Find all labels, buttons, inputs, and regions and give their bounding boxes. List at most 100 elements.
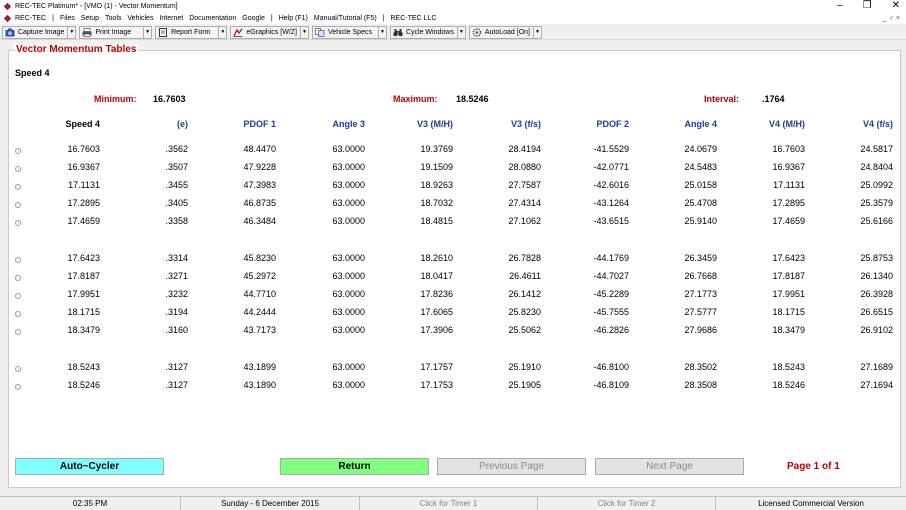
row-select-radio[interactable] [15, 366, 21, 372]
menu-manual[interactable]: Manual/Tutorial (F5) [314, 15, 377, 22]
column-header: V4 (f/s) [862, 119, 893, 129]
capture-image-button[interactable]: Capture Image [2, 25, 69, 39]
chevron-down-icon[interactable]: ▼ [533, 25, 542, 39]
table-cell: 46.8735 [243, 198, 276, 209]
print-image-button[interactable]: Print Image [79, 25, 145, 39]
table-cell: 18.7032 [420, 198, 453, 209]
table-cell: 25.5062 [508, 325, 541, 336]
table-cell: -44.7027 [593, 271, 629, 282]
chevron-down-icon[interactable]: ▼ [300, 25, 309, 39]
timer-2-button[interactable]: Click for Timer 2 [538, 497, 716, 510]
table-cell: 46.3484 [243, 216, 276, 227]
row-select-radio[interactable] [15, 148, 21, 154]
autoload-button[interactable]: AutoLoad [On] [468, 25, 534, 39]
table-cell: 25.0992 [860, 180, 893, 191]
mdi-window-controls[interactable]: _ ♂ × [883, 15, 900, 22]
gear-icon [472, 27, 482, 37]
table-cell: 63.0000 [332, 253, 365, 263]
table-cell: 26.6515 [860, 307, 893, 318]
return-button[interactable]: Return [280, 458, 429, 475]
chevron-down-icon[interactable]: ▼ [219, 25, 228, 39]
minimum-value: 16.7603 [153, 94, 186, 104]
status-date: Sunday - 6 December 2015 [181, 497, 360, 510]
menu-documentation[interactable]: Documentation [189, 15, 236, 22]
table-cell: .3455 [165, 180, 188, 191]
app-icon [3, 2, 12, 10]
chevron-down-icon[interactable]: ▼ [144, 25, 153, 39]
table-cell: 18.5243 [772, 362, 805, 372]
close-button[interactable]: ✕ [892, 0, 900, 12]
app-menu-icon[interactable] [3, 14, 12, 23]
menu-setup[interactable]: Setup [81, 15, 99, 22]
table-cell: -42.0771 [593, 162, 629, 173]
chevron-down-icon[interactable]: ▼ [457, 25, 466, 39]
specs-icon [315, 27, 325, 37]
column-header: V3 (f/s) [510, 119, 541, 129]
table-cell: 18.5243 [67, 362, 100, 372]
table-cell: 25.3579 [860, 198, 893, 209]
restore-button[interactable]: ❐ [863, 0, 872, 12]
maximum-value: 18.5246 [456, 94, 489, 104]
table-cell: -45.2289 [593, 289, 629, 300]
table-cell: 44.2444 [243, 307, 276, 318]
table-cell: -46.8100 [593, 362, 629, 372]
row-select-radio[interactable] [15, 257, 21, 263]
report-form-button[interactable]: Report Form [155, 25, 220, 39]
table-cell: 25.6166 [860, 216, 893, 227]
cycle-windows-button[interactable]: Cycle Windows [389, 25, 458, 39]
table-cell: 17.2895 [772, 198, 805, 209]
timer-1-button[interactable]: Click for Timer 1 [360, 497, 538, 510]
table-cell: 17.6423 [67, 253, 100, 263]
autocycler-button[interactable]: Auto~Cycler [15, 458, 164, 475]
table-cell: 45.2972 [243, 271, 276, 282]
minimize-button[interactable]: – [837, 0, 843, 12]
column-header: PDOF 2 [596, 119, 629, 129]
chevron-down-icon[interactable]: ▼ [68, 25, 77, 39]
table-cell: 27.4314 [508, 198, 541, 209]
table-cell: 24.5483 [684, 162, 717, 173]
table-cell: 17.9951 [67, 289, 100, 300]
table-cell: 26.3459 [684, 253, 717, 263]
toolbar: Capture Image ▼ Print Image ▼ Report For… [0, 25, 906, 40]
table-cell: .3160 [165, 325, 188, 336]
table-cell: 27.1694 [860, 380, 893, 391]
table-cell: 45.8230 [243, 253, 276, 263]
table-cell: 25.8230 [508, 307, 541, 318]
table-cell: 63.0000 [332, 216, 365, 227]
menu-internet[interactable]: Internet [159, 15, 183, 22]
menu-google[interactable]: Google [242, 15, 265, 22]
table-cell: 25.8753 [860, 253, 893, 263]
table-cell: 17.1753 [420, 380, 453, 391]
table-cell: 43.1899 [243, 362, 276, 372]
table-cell: 44.7710 [243, 289, 276, 300]
menu-tools[interactable]: Tools [105, 15, 121, 22]
table-cell: .3127 [165, 380, 188, 391]
table-cell: .3194 [165, 307, 188, 318]
table-cell: 26.1412 [508, 289, 541, 300]
chevron-down-icon[interactable]: ▼ [378, 25, 387, 39]
table-cell: 18.4815 [420, 216, 453, 227]
report-icon [159, 27, 168, 37]
vehicle-specs-button[interactable]: Vehicle Specs [311, 25, 379, 39]
table-cell: 18.0417 [420, 271, 453, 282]
previous-page-button[interactable]: Previous Page [437, 458, 586, 475]
menu-separator: | [270, 14, 273, 22]
table-cell: 25.1910 [508, 362, 541, 372]
table-cell: 27.1773 [684, 289, 717, 300]
table-cell: 63.0000 [332, 289, 365, 300]
title-bar: REC-TEC Platinum* - [VMO (1) - Vector Mo… [0, 0, 906, 12]
egraphics-button[interactable]: eGraphics [W/Z] [230, 25, 301, 39]
menu-help[interactable]: Help (F1) [279, 15, 308, 22]
column-header: V3 (M/H) [417, 119, 453, 129]
menu-rectec-llc[interactable]: REC-TEC LLC [390, 15, 436, 22]
next-page-button[interactable]: Next Page [595, 458, 744, 475]
table-cell: 26.9102 [860, 325, 893, 336]
menu-files[interactable]: Files [60, 15, 75, 22]
menu-vehicles[interactable]: Vehicles [127, 15, 153, 22]
window-title: REC-TEC Platinum* - [VMO (1) - Vector Mo… [15, 2, 178, 10]
table-cell: 27.1062 [508, 216, 541, 227]
column-header: V4 (M/H) [769, 119, 805, 129]
table-cell: 17.1757 [420, 362, 453, 372]
menu-rectec[interactable]: REC-TEC [15, 15, 46, 22]
table-cell: 24.8404 [860, 162, 893, 173]
